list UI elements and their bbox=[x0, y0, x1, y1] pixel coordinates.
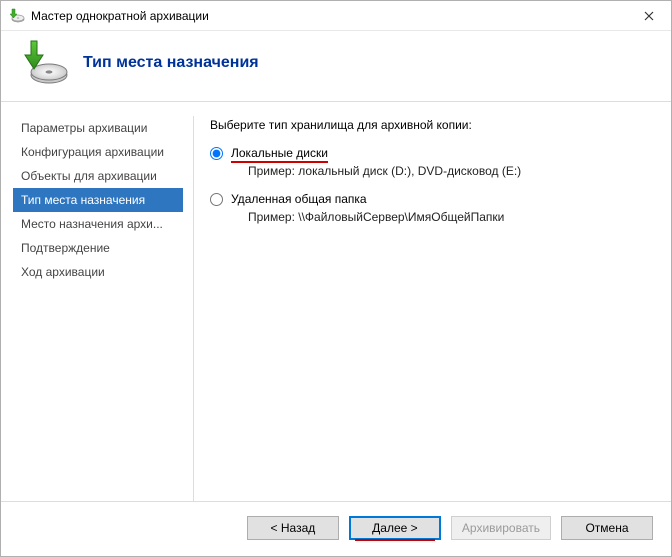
backup-disc-icon bbox=[21, 39, 69, 87]
option-remote-share-label: Удаленная общая папка bbox=[231, 192, 367, 206]
option-local-disks: Локальные диски Пример: локальный диск (… bbox=[210, 146, 649, 178]
option-remote-share-row[interactable]: Удаленная общая папка bbox=[210, 192, 649, 206]
highlight-underline bbox=[231, 161, 328, 163]
highlight-underline bbox=[355, 539, 435, 541]
page-heading: Тип места назначения bbox=[83, 54, 259, 72]
option-local-disks-example: Пример: локальный диск (D:), DVD-дисково… bbox=[248, 164, 649, 178]
app-icon bbox=[9, 8, 25, 24]
sidebar-item-destination[interactable]: Место назначения архи... bbox=[13, 212, 183, 236]
steps-sidebar: Параметры архивации Конфигурация архивац… bbox=[13, 116, 183, 501]
content-panel: Выберите тип хранилища для архивной копи… bbox=[193, 116, 659, 501]
titlebar: Мастер однократной архивации bbox=[1, 1, 671, 31]
sidebar-item-params[interactable]: Параметры архивации bbox=[13, 116, 183, 140]
wizard-header: Тип места назначения bbox=[1, 31, 671, 102]
option-remote-share: Удаленная общая папка Пример: \\Файловый… bbox=[210, 192, 649, 224]
window-title: Мастер однократной архивации bbox=[31, 9, 209, 23]
option-local-disks-label: Локальные диски bbox=[231, 146, 328, 160]
back-button[interactable]: < Назад bbox=[247, 516, 339, 540]
prompt-text: Выберите тип хранилища для архивной копи… bbox=[210, 118, 649, 132]
sidebar-item-config[interactable]: Конфигурация архивации bbox=[13, 140, 183, 164]
cancel-button[interactable]: Отмена bbox=[561, 516, 653, 540]
sidebar-item-confirm[interactable]: Подтверждение bbox=[13, 236, 183, 260]
option-remote-share-example: Пример: \\ФайловыйСервер\ИмяОбщейПапки bbox=[248, 210, 649, 224]
next-button[interactable]: Далее > bbox=[349, 516, 441, 540]
wizard-body: Параметры архивации Конфигурация архивац… bbox=[1, 102, 671, 501]
wizard-footer: < Назад Далее > Архивировать Отмена bbox=[1, 501, 671, 556]
sidebar-item-objects[interactable]: Объекты для архивации bbox=[13, 164, 183, 188]
wizard-window: Мастер однократной архивации bbox=[0, 0, 672, 557]
option-local-disks-row[interactable]: Локальные диски bbox=[210, 146, 649, 160]
sidebar-item-progress[interactable]: Ход архивации bbox=[13, 260, 183, 284]
close-button[interactable] bbox=[626, 1, 671, 30]
archive-button: Архивировать bbox=[451, 516, 551, 540]
sidebar-item-destination-type[interactable]: Тип места назначения bbox=[13, 188, 183, 212]
radio-remote-share[interactable] bbox=[210, 193, 223, 206]
radio-local-disks[interactable] bbox=[210, 147, 223, 160]
